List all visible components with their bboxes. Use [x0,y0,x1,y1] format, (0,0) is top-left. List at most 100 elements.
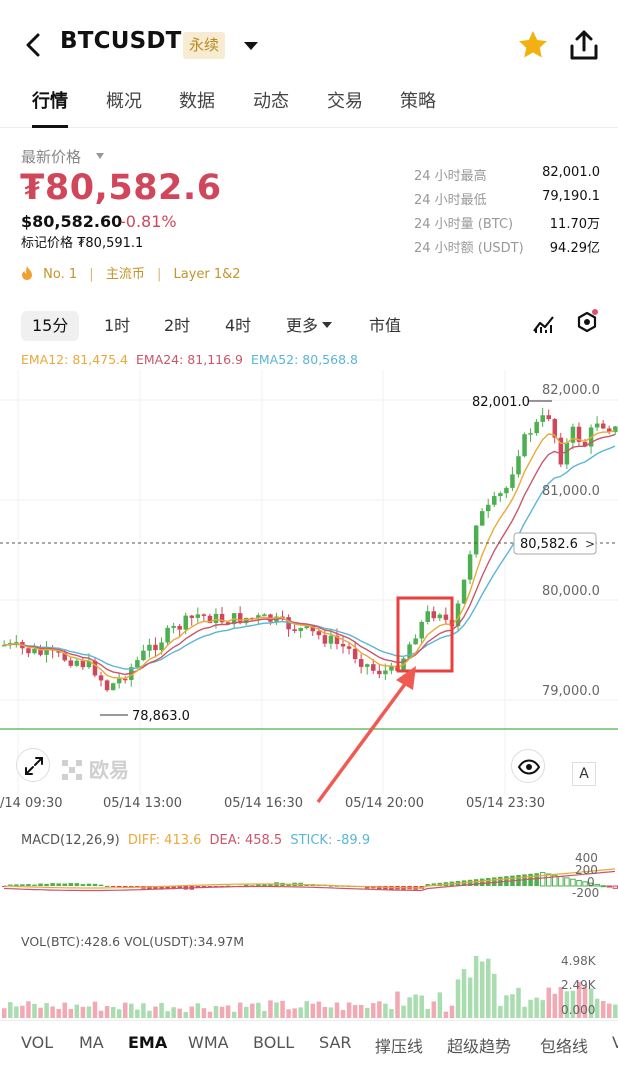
chart-settings-icon[interactable] [574,309,600,337]
time-label: /14 09:30 [0,796,63,811]
volume-bar [219,1006,225,1018]
volume-bar [86,1006,92,1018]
symbol-dropdown-icon[interactable] [242,37,260,55]
macd-bar [86,883,92,886]
interval-more[interactable]: 更多 [286,311,333,341]
candle-body [171,626,176,628]
stat-row: 24 小时额 (USDT) 94.29亿 [414,237,600,261]
candle-body [600,423,606,429]
indicator-tab-supertrend[interactable]: 超级趋势 [447,1033,511,1057]
time-label: 05/14 16:30 [224,796,304,811]
mark-price: 标记价格 ₮80,591.1 [21,236,144,251]
volume-bar [104,1006,110,1018]
current-price-tag[interactable]: 80,582.6 > [513,532,597,555]
volume-bar [304,1001,309,1018]
macd-bar [528,873,533,886]
tag-layer[interactable]: Layer 1&2 [174,267,241,282]
volume-bar [244,1006,249,1018]
current-price-label: 80,582.6 [520,537,578,552]
candle-body [564,442,570,465]
interval-15m[interactable]: 15分 [21,311,80,341]
volume-bar [413,994,418,1018]
macd-bar [486,878,491,886]
market-cap-toggle[interactable]: 市值 [369,311,401,341]
candle-body [201,614,207,616]
volume-bar [407,997,412,1018]
auto-scale-button[interactable]: A [572,762,596,786]
stat-label: 24 小时额 (USDT) [414,241,524,256]
candle-body [68,660,74,666]
tag-mainstream[interactable]: 主流币 [106,267,145,282]
grid-lines [0,370,618,795]
macd-chart[interactable]: 400 200 0 -200 [0,850,618,928]
tab-overview[interactable]: 概况 [106,88,142,128]
candlestick-chart[interactable]: 82,000.0 81,000.0 80,000.0 79,000.0 82,0… [0,370,618,795]
volume-bar [340,1009,346,1018]
share-icon[interactable] [568,28,600,62]
volume-chart[interactable]: 4.98K 2.49K 0.000 [0,950,618,1020]
indicator-tab-ema[interactable]: EMA [128,1033,167,1052]
macd-bar [479,878,485,886]
volume-bar [110,1006,116,1018]
favorite-star-icon[interactable] [517,29,549,61]
volume-bar [189,1006,195,1018]
expand-icon [25,757,43,775]
macd-bar [534,873,539,886]
indicator-tab-vol[interactable]: VOL [21,1033,53,1052]
candle-body [26,648,31,654]
candle-body [141,650,146,661]
candle-body [425,611,430,622]
back-arrow-icon[interactable] [22,30,46,60]
candle-body [322,635,328,644]
indicator-tab-overflow[interactable]: V [612,1033,618,1052]
price-label-79000: 79,000.0 [542,684,600,699]
volume-bar [225,1005,231,1018]
stat-row: 24 小时最高 82,001.0 [414,165,600,189]
volume-bar [322,1007,328,1018]
volume-bar [425,1009,430,1018]
candle-body [104,680,110,691]
volume-bar [516,987,521,1018]
interval-1h[interactable]: 1时 [104,311,130,341]
volume-bar [540,1000,545,1018]
indicator-tab-support-resistance[interactable]: 撑压线 [375,1033,423,1057]
interval-2h[interactable]: 2时 [164,311,190,341]
low-label: 78,863.0 [132,709,190,724]
volume-bar [479,961,485,1018]
okx-logo-icon [62,760,82,780]
candle-body [443,614,449,620]
volume-bar [98,1010,104,1018]
tab-news[interactable]: 动态 [253,88,289,128]
volume-bar [207,1011,213,1018]
macd-bar [98,884,104,886]
last-price-label[interactable]: 最新价格 [21,146,81,167]
stat-label: 24 小时最低 [414,193,487,208]
price-type-dropdown-icon[interactable] [95,152,105,160]
tag-rank[interactable]: No. 1 [43,267,77,282]
visibility-toggle-button[interactable] [511,749,545,783]
volume-bar [280,1000,285,1018]
tab-trade[interactable]: 交易 [327,88,363,128]
macd-bar [539,872,546,887]
tab-strategy[interactable]: 策略 [400,88,436,128]
fullscreen-button[interactable] [16,748,50,782]
tab-market[interactable]: 行情 [32,88,68,128]
volume-bar [183,1011,188,1018]
tab-data[interactable]: 数据 [179,88,215,128]
macd-bar [606,885,612,888]
candle-body [486,504,491,512]
ema-legend: EMA12: 81,475.4 EMA24: 81,116.9 EMA52: 8… [21,352,362,367]
interval-4h[interactable]: 4时 [225,311,251,341]
volume-bar [365,1007,370,1018]
top-bar: BTCUSDT 永续 [0,0,618,88]
indicator-tab-wma[interactable]: WMA [188,1033,229,1052]
indicator-tab-sar[interactable]: SAR [319,1033,352,1052]
indicator-tab-ma[interactable]: MA [79,1033,104,1052]
macd-bar [123,886,128,887]
symbol-title[interactable]: BTCUSDT [60,28,182,54]
indicator-tab-boll[interactable]: BOLL [253,1033,294,1052]
indicator-tab-envelope[interactable]: 包络线 [540,1033,588,1057]
candle-body [328,635,334,644]
indicator-chart-icon[interactable] [532,311,556,335]
candle-body [298,628,303,632]
